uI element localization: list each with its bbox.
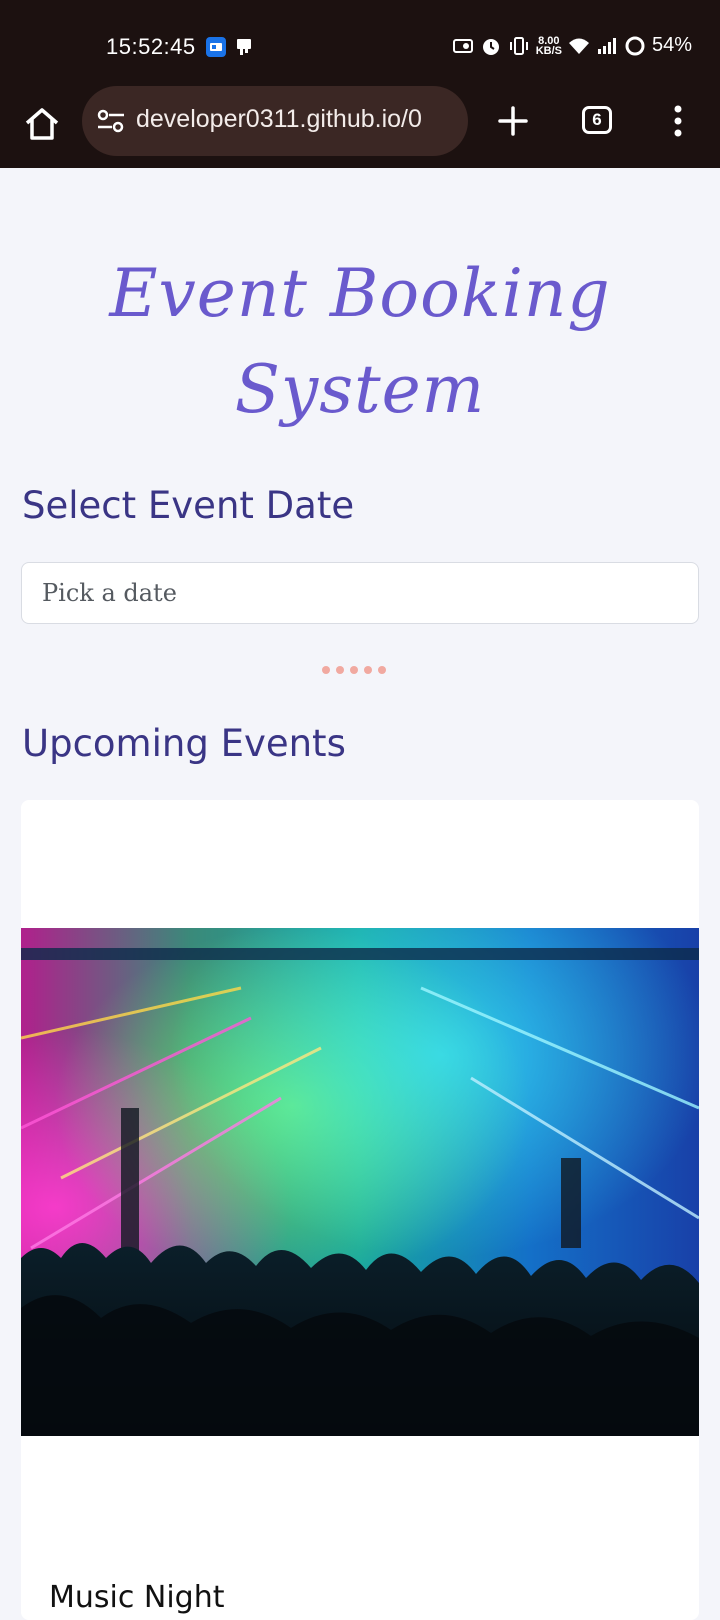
event-image — [21, 928, 699, 1436]
cast-icon — [452, 38, 473, 53]
date-picker-input[interactable] — [21, 562, 699, 624]
notification-icon — [237, 39, 251, 55]
signal-icon — [597, 37, 616, 54]
events-section-heading: Upcoming Events — [22, 722, 346, 765]
address-bar[interactable]: developer0311.github.io/0 — [82, 86, 468, 156]
date-section-heading: Select Event Date — [22, 484, 355, 527]
loader-dot — [364, 666, 372, 674]
event-card[interactable]: Music Night — [21, 800, 699, 1620]
home-icon[interactable] — [22, 104, 62, 144]
app-notification-icon — [206, 37, 226, 57]
plus-icon[interactable] — [496, 104, 530, 138]
alarm-icon — [482, 38, 499, 55]
event-title: Music Night — [49, 1580, 225, 1615]
vibrate-icon — [509, 36, 528, 55]
site-settings-icon[interactable] — [96, 108, 126, 134]
status-bar: 15:52:45 8.00 KB/S 54% — [0, 0, 720, 84]
loader-dot — [322, 666, 330, 674]
browser-toolbar: developer0311.github.io/0 6 — [0, 84, 720, 168]
status-time: 15:52:45 — [106, 34, 196, 59]
status-icons: 8.00 KB/S 54% — [452, 34, 692, 57]
battery-level: 54% — [651, 34, 692, 56]
more-vert-icon[interactable] — [666, 104, 690, 138]
network-speed-value: 8.00 — [538, 34, 560, 47]
page-title: Event Booking System — [0, 246, 720, 438]
page-title-line-1: Event Booking — [109, 255, 611, 332]
tab-switcher-button[interactable]: 6 — [582, 106, 612, 134]
loader-dot — [336, 666, 344, 674]
loader-dot — [378, 666, 386, 674]
network-speed: 8.00 KB/S — [535, 34, 562, 57]
battery-icon — [625, 36, 645, 55]
url-text[interactable]: developer0311.github.io/0 — [136, 105, 462, 134]
wifi-icon — [568, 38, 589, 54]
loading-indicator — [322, 666, 386, 674]
concert-photo — [21, 928, 699, 1436]
network-speed-unit: KB/S — [535, 44, 562, 57]
page-title-line-2: System — [234, 351, 486, 428]
loader-dot — [350, 666, 358, 674]
